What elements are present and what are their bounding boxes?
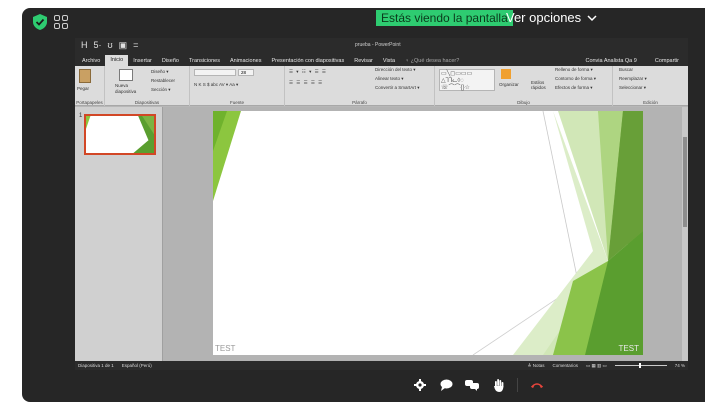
notes-button[interactable]: ≜ Notas: [528, 363, 545, 369]
paste-button[interactable]: Pegar: [77, 86, 89, 91]
quick-styles-button[interactable]: Estilos rápidos: [531, 80, 551, 90]
tab-presentacion[interactable]: Presentación con diapositivas: [266, 58, 349, 64]
slide-count: Diapositiva 1 de 1: [78, 363, 114, 368]
arrange-icon[interactable]: [501, 69, 511, 79]
replace-button[interactable]: Reemplazar ▾: [619, 76, 647, 82]
controls-divider: [517, 378, 518, 392]
view-options-label: Ver opciones: [506, 10, 582, 25]
chat-icon: [440, 379, 452, 391]
new-slide-button[interactable]: Nueva diapositiva: [115, 83, 143, 95]
chevron-down-icon: [587, 15, 597, 22]
section-button[interactable]: Sección ▾: [151, 87, 171, 93]
find-button[interactable]: Buscar: [619, 67, 633, 72]
shared-powerpoint-window[interactable]: H 5· ʊ ▣ = prueba - PowerPoint Archivo I…: [75, 38, 688, 370]
chat-button[interactable]: [439, 378, 453, 392]
new-slide-icon[interactable]: [119, 69, 133, 81]
tab-vista[interactable]: Vista: [378, 58, 400, 64]
view-buttons[interactable]: ▭ ▦ ▥ ▭: [586, 363, 607, 369]
editor-workarea: 1 TEST TEST: [75, 107, 688, 361]
paragraph-group: ☰ ▾ ☷ ▾ ☰ ☰ ☰ ☰ ☰ ☰ ☰ Dirección del text…: [285, 66, 435, 106]
slide-thumbnail[interactable]: [84, 114, 156, 155]
arrange-button[interactable]: Organizar: [499, 82, 519, 87]
tab-diseno[interactable]: Diseño: [157, 58, 184, 64]
font-family-select[interactable]: [194, 69, 236, 76]
view-options-button[interactable]: Ver opciones: [506, 9, 597, 27]
vertical-scrollbar[interactable]: [682, 107, 688, 361]
editing-group: Buscar Reemplazar ▾ Seleccionar ▾ Edició…: [613, 66, 688, 106]
undo-icon[interactable]: 5·: [94, 40, 102, 51]
slides-label: Diapositivas: [134, 100, 160, 105]
grid-icon[interactable]: [54, 15, 68, 29]
tell-me-input[interactable]: ♀ ¿Qué desea hacer?: [400, 58, 464, 64]
ppt-window-title: prueba - PowerPoint: [355, 42, 401, 48]
account-name[interactable]: Convia Analista Qa 9: [580, 58, 641, 64]
chat-bubbles-icon: [465, 380, 479, 391]
shape-effects-button[interactable]: Efectos de forma ▾: [555, 85, 593, 91]
customize-icon[interactable]: =: [133, 40, 138, 51]
slide-green-facets-graphic: [213, 111, 643, 355]
raise-hand-button[interactable]: [491, 378, 505, 392]
phone-hangup-icon: [530, 383, 544, 389]
save-icon[interactable]: H: [81, 40, 88, 51]
reset-button[interactable]: Restablecer: [151, 78, 175, 83]
gear-icon: [414, 379, 426, 391]
drawing-group: ▭╲◻▭▭▭ △⅂⅂ᓚ◊◌ ☏⌒⌒{}☆ Organizar Estilos ráp…: [435, 66, 613, 106]
font-group: 28 N K S $ abc AV ▾ Aa ▾ Fuente: [190, 66, 285, 106]
slide-caption-left: TEST: [215, 344, 236, 353]
clipboard-label: Portapapeles: [76, 100, 103, 105]
hangup-button[interactable]: [530, 378, 544, 392]
smartart-button[interactable]: Convertir a SmartArt ▾: [375, 85, 420, 91]
slide-thumbnail-pane: 1: [75, 107, 163, 361]
language-status[interactable]: Español (Perú): [122, 363, 152, 368]
hand-icon: [493, 378, 503, 392]
list-buttons[interactable]: ☰ ▾ ☷ ▾ ☰ ☰: [289, 69, 327, 75]
font-label: Fuente: [229, 100, 244, 105]
comments-button[interactable]: Comentarios: [552, 363, 578, 368]
ribbon-home: Pegar Portapapeles Nueva diapositiva Dis…: [75, 66, 688, 106]
zoom-level[interactable]: 74 %: [675, 363, 685, 368]
shield-check-icon[interactable]: [33, 14, 47, 30]
shapes-gallery[interactable]: ▭╲◻▭▭▭ △⅂⅂ᓚ◊◌ ☏⌒⌒{}☆: [439, 69, 495, 91]
shape-outline-button[interactable]: Contorno de forma ▾: [555, 76, 596, 82]
font-style-buttons[interactable]: N K S $ abc AV ▾ Aa ▾: [194, 82, 238, 88]
tab-revisar[interactable]: Revisar: [349, 58, 378, 64]
tab-inicio[interactable]: Inicio: [105, 55, 129, 66]
editing-label: Edición: [643, 100, 658, 105]
paragraph-label: Párrafo: [352, 100, 367, 105]
paste-icon[interactable]: [79, 69, 91, 83]
drawing-label: Dibujo: [517, 100, 530, 105]
thumbnail-graphic: [86, 116, 154, 153]
screen-share-status-badge: Estás viendo la pantalla: [376, 10, 513, 26]
ppt-titlebar: H 5· ʊ ▣ = prueba - PowerPoint: [75, 38, 688, 55]
present-icon[interactable]: ▣: [119, 40, 128, 51]
align-text-button[interactable]: Alinear texto ▾: [375, 76, 404, 82]
tab-transiciones[interactable]: Transiciones: [184, 58, 225, 64]
settings-button[interactable]: [413, 378, 427, 392]
quick-access-toolbar: H 5· ʊ ▣ =: [81, 40, 138, 51]
ppt-status-bar: Diapositiva 1 de 1 Español (Perú) ≜ Nota…: [75, 361, 688, 370]
reactions-button[interactable]: [465, 378, 479, 392]
share-button[interactable]: Compartir: [650, 58, 684, 64]
slide-canvas[interactable]: TEST TEST: [213, 111, 643, 355]
ribbon-tabs: Archivo Inicio Insertar Diseño Transicio…: [75, 55, 688, 66]
slides-group: Nueva diapositiva Diseño ▾ Restablecer S…: [105, 66, 190, 106]
shape-fill-button[interactable]: Relleno de forma ▾: [555, 67, 593, 73]
tab-animaciones[interactable]: Animaciones: [225, 58, 267, 64]
font-size-select[interactable]: 28: [238, 69, 254, 76]
zoom-slider[interactable]: [614, 363, 667, 368]
thumbnail-number: 1: [79, 113, 83, 119]
layout-button[interactable]: Diseño ▾: [151, 69, 169, 75]
call-controls: [413, 376, 544, 394]
tab-archivo[interactable]: Archivo: [77, 58, 105, 64]
select-button[interactable]: Seleccionar ▾: [619, 85, 646, 91]
clipboard-group: Pegar Portapapeles: [75, 66, 105, 106]
text-direction-button[interactable]: Dirección del texto ▾: [375, 67, 416, 73]
redo-icon[interactable]: ʊ: [108, 40, 113, 51]
tab-insertar[interactable]: Insertar: [128, 58, 157, 64]
align-buttons[interactable]: ☰ ☰ ☰ ☰ ☰: [289, 80, 323, 86]
video-call-window: Estás viendo la pantalla Ver opciones H …: [0, 0, 705, 402]
slide-caption-right: TEST: [618, 344, 639, 353]
